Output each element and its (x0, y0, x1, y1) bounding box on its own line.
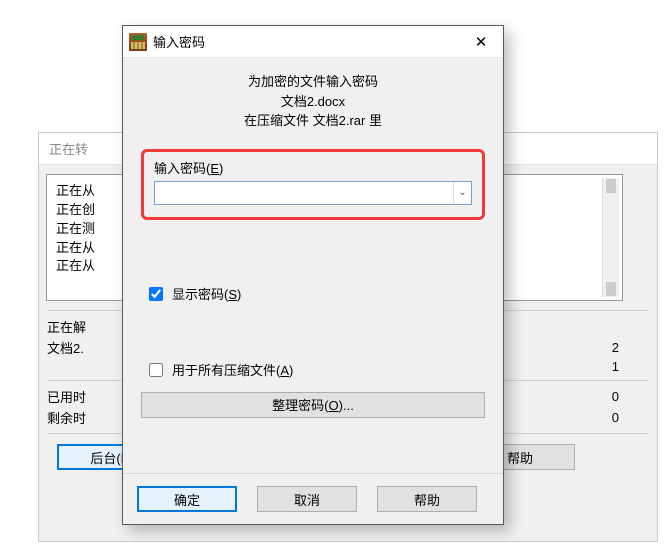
close-icon: ✕ (475, 33, 488, 51)
prompt-line3: 在压缩文件 文档2.rar 里 (141, 111, 485, 131)
dialog-title: 输入密码 (153, 32, 459, 51)
extract-label: 正在解 (47, 317, 107, 336)
progress-title: 正在转 (49, 139, 88, 158)
log-scrollbar[interactable] (602, 178, 619, 297)
password-field-highlight: 输入密码(E) ⌄ (141, 149, 485, 220)
chevron-down-icon[interactable]: ⌄ (453, 182, 471, 204)
prompt-text: 为加密的文件输入密码 文档2.docx 在压缩文件 文档2.rar 里 (141, 72, 485, 131)
password-input[interactable] (155, 182, 453, 204)
remaining-label: 剩余时 (47, 408, 107, 427)
organize-passwords-button[interactable]: 整理密码(O)... (141, 392, 485, 418)
elapsed-label: 已用时 (47, 387, 107, 406)
password-titlebar[interactable]: 输入密码 ✕ (123, 26, 503, 58)
all-archives-checkbox[interactable] (149, 363, 163, 377)
password-combobox[interactable]: ⌄ (154, 181, 472, 205)
prompt-line2: 文档2.docx (141, 92, 485, 112)
password-dialog: 输入密码 ✕ 为加密的文件输入密码 文档2.docx 在压缩文件 文档2.rar… (122, 25, 504, 525)
show-password-checkbox[interactable] (149, 287, 163, 301)
cancel-button[interactable]: 取消 (257, 486, 357, 512)
file-label: 文档2. (47, 338, 107, 357)
ok-button[interactable]: 确定 (137, 486, 237, 512)
winrar-icon (129, 33, 147, 51)
prompt-line1: 为加密的文件输入密码 (141, 72, 485, 92)
help-button[interactable]: 帮助 (377, 486, 477, 512)
show-password-label: 显示密码(S) (172, 284, 241, 303)
password-label: 输入密码(E) (154, 158, 472, 177)
close-button[interactable]: ✕ (459, 27, 503, 57)
all-archives-checkbox-row[interactable]: 用于所有压缩文件(A) (145, 360, 485, 380)
show-password-checkbox-row[interactable]: 显示密码(S) (145, 284, 485, 304)
all-archives-label: 用于所有压缩文件(A) (172, 360, 293, 379)
